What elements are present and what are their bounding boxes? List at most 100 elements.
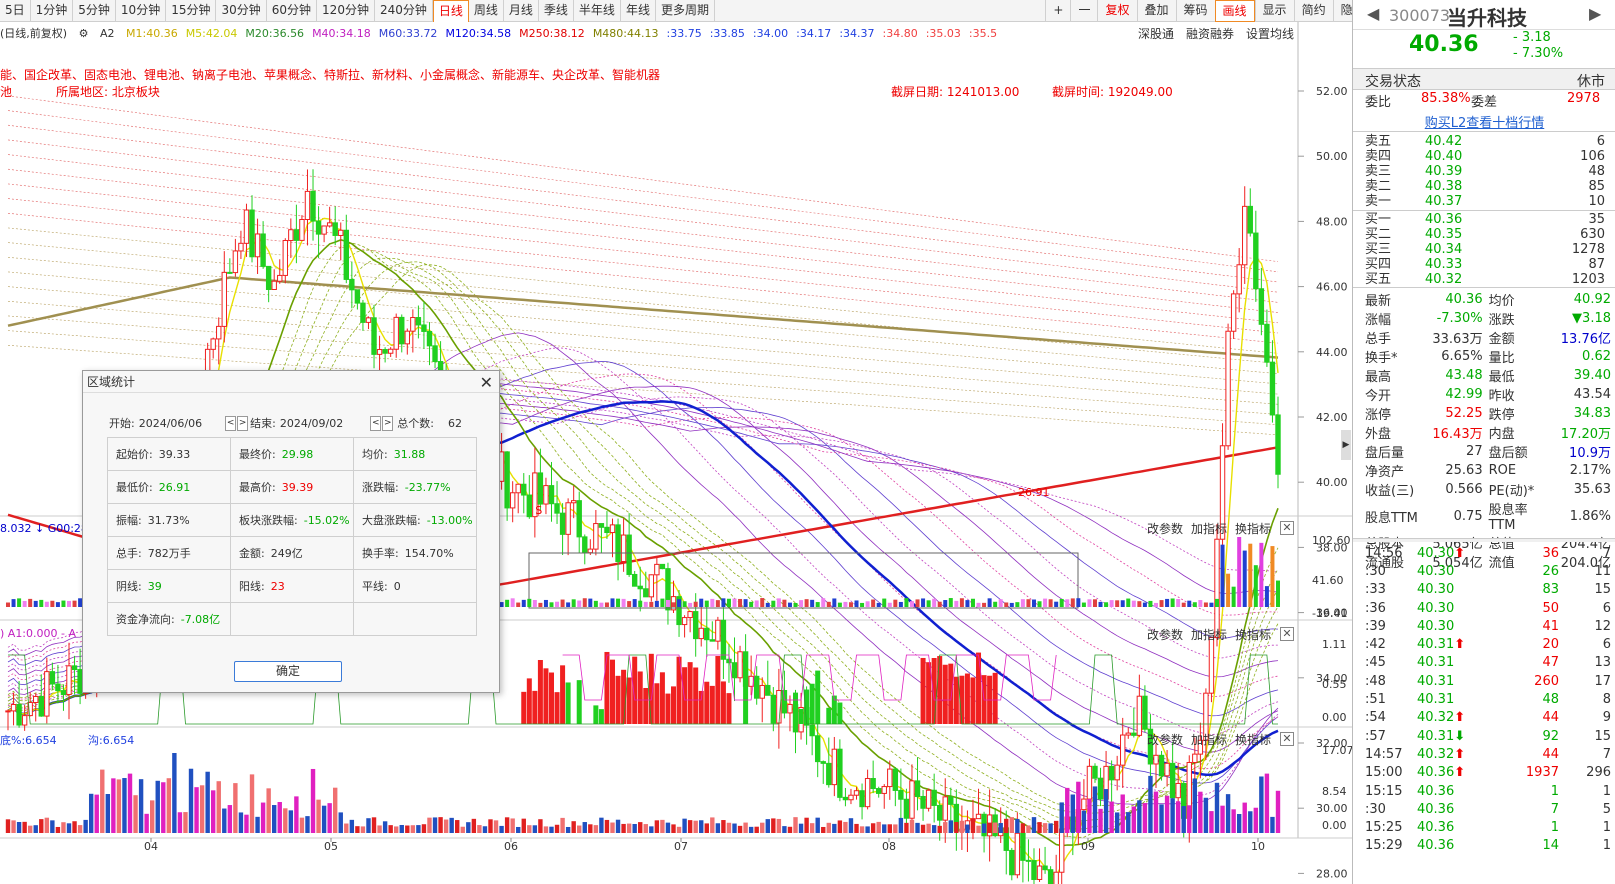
dialog-title: 区域统计	[83, 371, 499, 393]
book-price: 40.40	[1425, 149, 1463, 164]
ind2-bar	[537, 659, 543, 724]
candle-body	[654, 563, 660, 576]
ind3-btn-3[interactable]: 换指标	[1235, 731, 1271, 748]
stats-row: 总手: 782万手 金额: 249亿 换手率: 154.70%	[107, 536, 477, 570]
vol_panel-btn-1[interactable]: 改参数	[1147, 520, 1183, 537]
next-arrow-icon[interactable]: >	[382, 415, 394, 431]
ind3-bar	[27, 825, 33, 833]
candle-body	[1230, 293, 1237, 332]
sidebar-toggle-handle[interactable]: ▶	[1341, 430, 1351, 460]
candle-body	[931, 789, 937, 806]
candle-body	[975, 813, 982, 820]
ind2-btn-3[interactable]: 换指标	[1235, 626, 1271, 643]
candle-body	[765, 684, 771, 696]
ind2-bar	[942, 664, 948, 724]
quote-row: 最高 43.48 最低 39.40	[1365, 366, 1611, 385]
candle-body	[881, 786, 887, 794]
trade-time: :42	[1365, 637, 1386, 653]
vol_panel-btn-3[interactable]: 换指标	[1235, 520, 1271, 537]
ind2-close-icon[interactable]: ✕	[1280, 627, 1294, 641]
stat-label: 均价:	[362, 448, 388, 461]
candle-body	[826, 762, 832, 786]
ind3-bar	[255, 816, 260, 833]
ind3-close-icon[interactable]: ✕	[1280, 732, 1294, 746]
ind2-bar	[687, 662, 693, 724]
ind3-bar	[954, 821, 959, 833]
ind3-bar	[77, 825, 83, 833]
vol-bar	[732, 598, 737, 607]
book-row[interactable]: 买一 40.36 35	[1365, 212, 1605, 227]
candle-body	[238, 242, 244, 252]
candle-body	[504, 451, 510, 509]
quote-label: PE(动)*	[1488, 484, 1535, 499]
price-tick: 30.00	[1316, 802, 1348, 815]
candle-body	[659, 563, 666, 570]
trade-count: 1	[1602, 783, 1611, 799]
ind3-bar	[272, 805, 277, 833]
book-row[interactable]: 买三 40.34 1278	[1365, 242, 1605, 257]
ind3-bar	[266, 788, 271, 833]
vol-bar	[22, 600, 27, 607]
prev-arrow-icon[interactable]: <	[370, 415, 382, 431]
vol-bar	[593, 600, 598, 607]
ind3-bar	[1042, 823, 1048, 833]
trade-row: 15:15 40.36 1 1	[1365, 782, 1611, 800]
ind3-bar	[183, 812, 188, 833]
price-tick: 48.00	[1316, 215, 1348, 228]
stats-cell	[353, 602, 477, 636]
vol-bar	[1270, 546, 1275, 607]
candle-body	[1275, 414, 1281, 475]
book-row[interactable]: 买五 40.32 1203	[1365, 272, 1605, 287]
vol-bar	[67, 600, 72, 607]
ind3-bar	[682, 818, 687, 833]
tick-trades-table: 14:56 40.30⬆ 36 7:30 40.30 26 11:33 40.30 83 15:3…	[1365, 544, 1611, 855]
back-arrow-icon[interactable]: ◀	[1367, 4, 1379, 23]
vol_panel-close-icon[interactable]: ✕	[1280, 521, 1294, 535]
ind3-bar	[1015, 818, 1020, 833]
vol-bar	[726, 598, 731, 607]
ind3-btn-1[interactable]: 改参数	[1147, 731, 1183, 748]
trade-count: 9	[1602, 710, 1611, 726]
candle-body	[1108, 765, 1115, 781]
vol-indicator-label: 8.032 ↓ G00:28	[0, 522, 88, 535]
trade-time: :48	[1365, 673, 1386, 689]
vol-bar	[632, 599, 637, 607]
forward-arrow-icon[interactable]: ▶	[1589, 4, 1601, 23]
ind3-bar	[1120, 794, 1125, 833]
book-row[interactable]: 卖五 40.42 6	[1365, 134, 1605, 149]
ind3-btn-2[interactable]: 加指标	[1191, 731, 1227, 748]
close-icon[interactable]: ✕	[480, 373, 493, 392]
ind2-btn-2[interactable]: 加指标	[1191, 626, 1227, 643]
vol_panel-btn-2[interactable]: 加指标	[1191, 520, 1227, 537]
book-row[interactable]: 卖三 40.39 48	[1365, 164, 1605, 179]
book-row[interactable]: 买四 40.33 87	[1365, 257, 1605, 272]
book-row[interactable]: 卖四 40.40 106	[1365, 149, 1605, 164]
next-arrow-icon[interactable]: >	[237, 415, 249, 431]
book-row[interactable]: 卖二 40.38 85	[1365, 179, 1605, 194]
book-price: 40.33	[1425, 257, 1463, 272]
book-row[interactable]: 卖一 40.37 10	[1365, 194, 1605, 209]
candle-body	[277, 274, 283, 282]
l2-link[interactable]: 购买L2查看十档行情	[1425, 116, 1545, 131]
book-row[interactable]: 买二 40.35 630	[1365, 227, 1605, 242]
ind3-bar	[1098, 808, 1103, 833]
ind3-bar	[205, 771, 210, 833]
ind2-bar	[826, 707, 832, 724]
vol-bar	[599, 602, 604, 607]
ind3-bar	[249, 774, 255, 833]
ind3-bar	[687, 820, 693, 833]
prev-arrow-icon[interactable]: <	[225, 415, 237, 431]
ind3-bar	[543, 826, 549, 833]
ind3-bar	[732, 823, 737, 833]
ok-button[interactable]: 确定	[234, 661, 342, 682]
vol-bar	[843, 601, 848, 607]
ind3-bar	[843, 821, 848, 833]
book-volume: 48	[1588, 164, 1605, 179]
vol-bar	[1192, 602, 1197, 607]
quote-value: -7.30%	[1436, 311, 1483, 326]
candle-body	[1158, 754, 1165, 777]
ind2-btn-1[interactable]: 改参数	[1147, 626, 1183, 643]
ind3-bar	[460, 826, 465, 833]
candle-body	[681, 617, 688, 626]
trade-count: 15	[1594, 582, 1611, 598]
